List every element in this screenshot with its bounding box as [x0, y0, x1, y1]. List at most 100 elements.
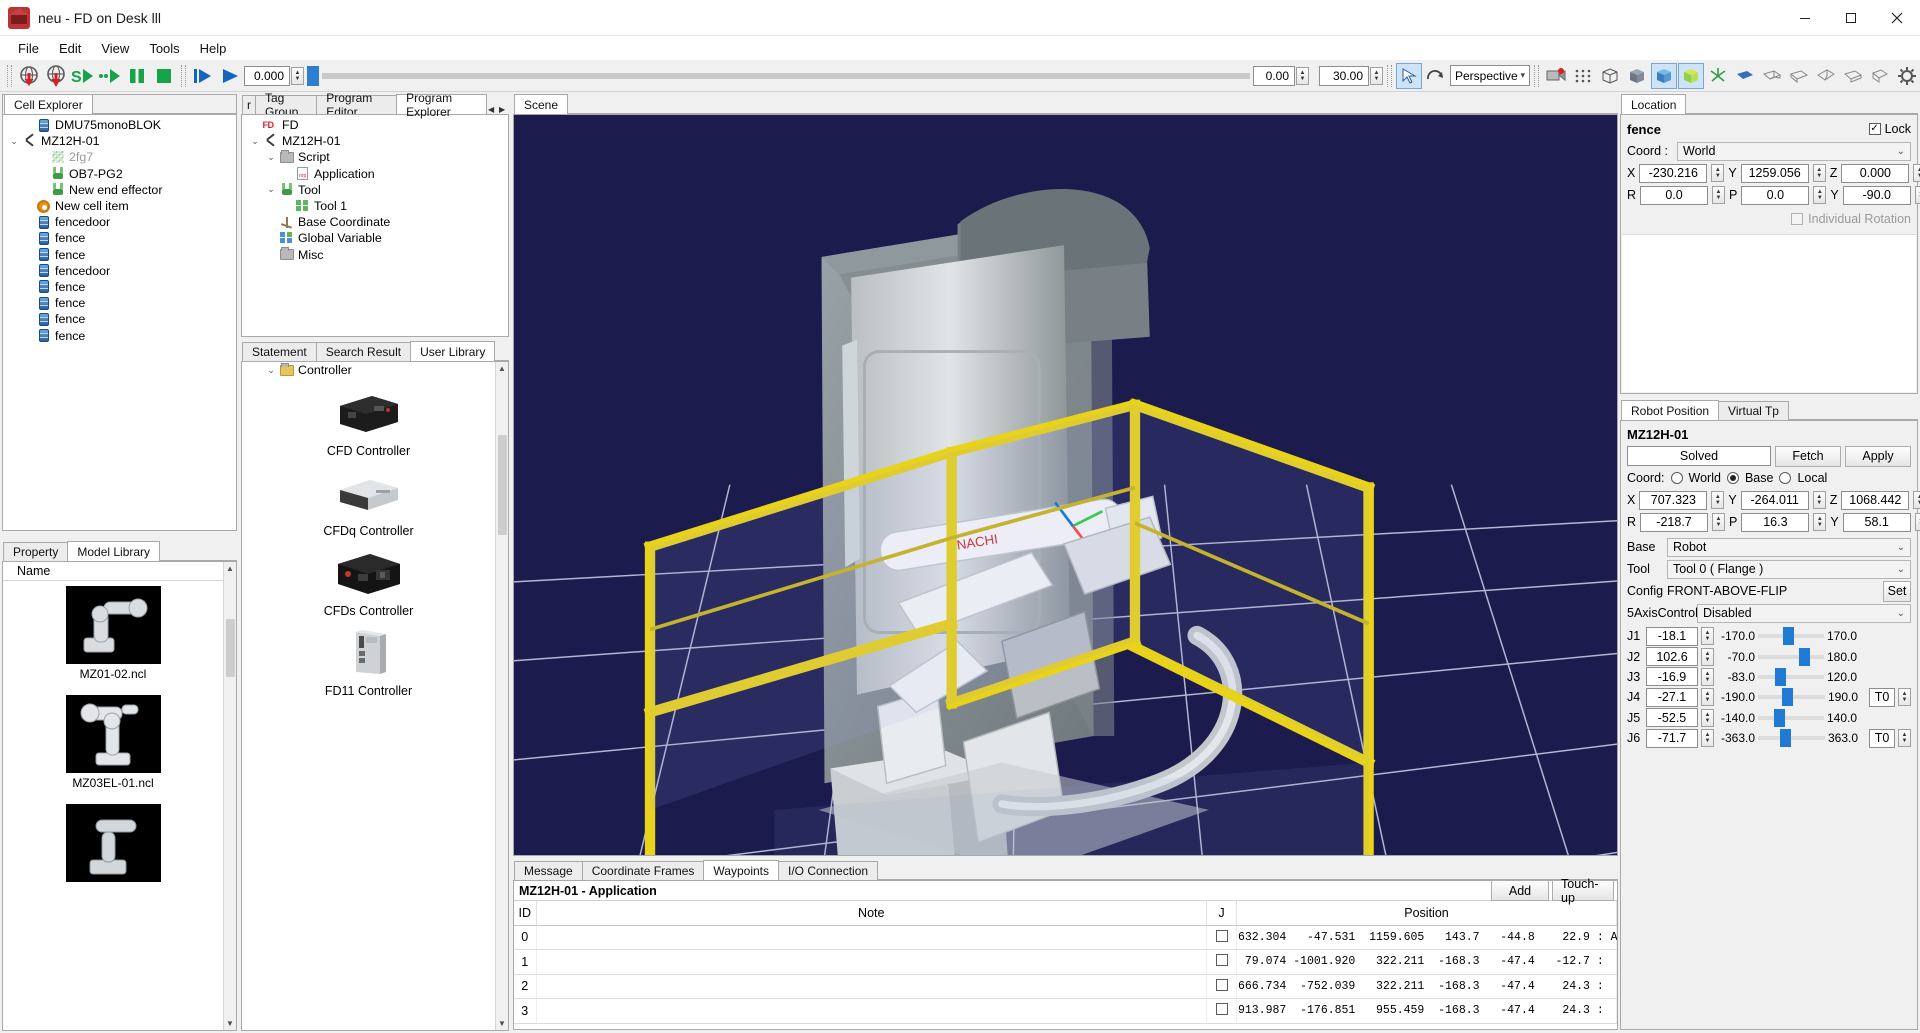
lib-scroll-up-icon[interactable]: ▲	[496, 362, 508, 375]
tree-expand-arrow-icon[interactable]: ⌄	[264, 152, 278, 163]
joint-turn-spinner[interactable]: ▲ ▼	[1898, 729, 1911, 748]
program-tree-node[interactable]: Base Coordinate	[242, 214, 508, 230]
robot-p-spinner[interactable]: ▲ ▼	[1813, 513, 1827, 531]
tree-expand-arrow-icon[interactable]: ⌄	[264, 184, 278, 195]
tab-property[interactable]: Property	[3, 542, 69, 561]
sim-time-field[interactable]: 0.000	[244, 65, 290, 86]
model-library-item[interactable]: MZ01-02.ncl	[3, 581, 223, 690]
location-p-field[interactable]: 0.0	[1741, 185, 1810, 205]
joint-turn-spinner[interactable]: ▲ ▼	[1898, 688, 1911, 707]
joint-turn-field[interactable]: T0	[1869, 687, 1895, 707]
location-z-spinner[interactable]: ▲ ▼	[1913, 164, 1920, 182]
toolbar-grip[interactable]	[7, 64, 12, 87]
transparent-box-icon[interactable]	[1678, 62, 1704, 89]
touchup-waypoint-button[interactable]: Touch-up	[1552, 877, 1614, 905]
slow-play-icon[interactable]	[97, 63, 123, 89]
plane-4-icon[interactable]	[1813, 63, 1839, 89]
cell-tree-node[interactable]: fence	[3, 311, 236, 327]
location-r-field[interactable]: 0.0	[1640, 185, 1709, 205]
location-x-spinner[interactable]: ▲ ▼	[1711, 164, 1725, 182]
joint-slider-thumb[interactable]	[1782, 627, 1794, 646]
view-mode-select[interactable]: Perspective ▾	[1450, 65, 1530, 86]
robot-y-field[interactable]: -264.011	[1740, 490, 1809, 510]
tab-robot-position[interactable]: Robot Position	[1621, 400, 1720, 420]
tool-select[interactable]: Tool 0 ( Flange ) ⌄	[1667, 559, 1911, 579]
location-z-field[interactable]: 0.000	[1841, 163, 1910, 183]
program-tree-node[interactable]: ⌄ MZ12H-01	[242, 133, 508, 149]
joint-slider-track[interactable]	[1758, 688, 1825, 707]
cell-tree-node[interactable]: fence	[3, 295, 236, 311]
joint-slider-thumb[interactable]	[1774, 667, 1786, 686]
robot-r-spinner[interactable]: ▲ ▼	[1712, 513, 1726, 531]
cell-tree-node[interactable]: fence	[3, 327, 236, 343]
program-tree-node[interactable]: Application	[242, 166, 508, 182]
model-library-list[interactable]: MZ01-02.ncl MZ03EL-01.ncl	[3, 581, 223, 1030]
library-root-arrow-icon[interactable]: ⌄	[264, 365, 278, 376]
scroll-up-icon[interactable]: ▲	[224, 562, 236, 575]
plane-3-icon[interactable]	[1786, 63, 1812, 89]
model-library-item[interactable]: MZ03EL-01.ncl	[3, 690, 223, 799]
robot-x-spinner[interactable]: ▲ ▼	[1711, 491, 1725, 509]
cell-tree-node[interactable]: fencedoor	[3, 214, 236, 230]
library-item[interactable]: CFDs Controller	[242, 548, 495, 618]
radio-world[interactable]	[1670, 472, 1683, 484]
cell-tree-node[interactable]: New end effector	[3, 182, 236, 198]
program-tree-node[interactable]: FD FD	[242, 117, 508, 133]
plane-5-icon[interactable]	[1840, 63, 1866, 89]
location-p-spinner[interactable]: ▲ ▼	[1813, 186, 1827, 204]
download-world-icon[interactable]	[43, 63, 69, 89]
individual-rotation-checkbox[interactable]	[1791, 213, 1804, 225]
joint-slider-track[interactable]	[1758, 667, 1824, 686]
joint-spinner[interactable]: ▲ ▼	[1701, 688, 1714, 707]
points-grid-icon[interactable]	[1570, 63, 1596, 89]
range-min-field[interactable]: 0.00	[1253, 65, 1295, 86]
cell-tree-node[interactable]: OB7-PG2	[3, 166, 236, 182]
radio-local[interactable]	[1779, 472, 1792, 484]
maximize-button[interactable]	[1828, 0, 1874, 36]
tab-partial-left[interactable]: r	[242, 95, 256, 114]
pause-icon[interactable]	[124, 63, 150, 89]
config-set-button[interactable]: Set	[1883, 580, 1911, 602]
tab-tag-group[interactable]: Tag Group	[255, 91, 318, 119]
tab-message[interactable]: Message	[514, 861, 583, 880]
axis-control-select[interactable]: Disabled ⌄	[1697, 603, 1911, 623]
row-j-checkbox[interactable]	[1215, 929, 1228, 942]
table-row[interactable]: 1 79.074 -1001.920 322.211 -168.3 -47.4 …	[514, 949, 1617, 975]
robot-x-field[interactable]: 707.323	[1639, 490, 1708, 510]
robot-p-field[interactable]: 16.3	[1741, 512, 1810, 532]
shaded-box-icon[interactable]	[1624, 63, 1650, 89]
row-note[interactable]	[536, 925, 1207, 950]
joint-value-field[interactable]: 102.6	[1646, 647, 1698, 667]
sim-time-slider-thumb[interactable]	[307, 65, 319, 86]
robot-yaw-field[interactable]: 58.1	[1842, 512, 1911, 532]
cell-tree-node[interactable]: 2fg7	[3, 149, 236, 165]
settings-gear-icon[interactable]	[1894, 63, 1920, 89]
base-select[interactable]: Robot ⌄	[1667, 537, 1911, 557]
program-tree-node[interactable]: Misc	[242, 247, 508, 263]
model-library-scrollbar[interactable]: ▲ ▼	[223, 562, 236, 1030]
solid-box-icon[interactable]	[1651, 62, 1677, 89]
program-tree-node[interactable]: Global Variable	[242, 230, 508, 246]
upload-world-icon[interactable]	[16, 63, 42, 89]
tab-location[interactable]: Location	[1621, 94, 1687, 114]
location-yaw-field[interactable]: -90.0	[1842, 185, 1911, 205]
joint-slider-track[interactable]	[1758, 729, 1825, 748]
camera-target-icon[interactable]	[1543, 63, 1569, 89]
tab-scroll-prev-icon[interactable]: ◀	[488, 105, 498, 114]
cell-explorer-tree[interactable]: DMU75monoBLOK ⌄ MZ12H-01 2fg7 OB7-PG2 New end…	[3, 115, 236, 530]
robot-y-spinner[interactable]: ▲ ▼	[1812, 491, 1826, 509]
tab-cell-explorer[interactable]: Cell Explorer	[4, 94, 93, 114]
robot-r-field[interactable]: -218.7	[1640, 512, 1709, 532]
location-r-spinner[interactable]: ▲ ▼	[1712, 186, 1726, 204]
row-note[interactable]	[536, 949, 1207, 975]
joint-slider-thumb[interactable]	[1779, 729, 1791, 748]
cell-tree-node[interactable]: fence	[3, 247, 236, 263]
tab-io-connection[interactable]: I/O Connection	[778, 861, 879, 880]
user-library-list[interactable]: CFD Controller CFDq Controller CFDs Contro…	[242, 378, 495, 1030]
lock-checkbox[interactable]: ✓	[1868, 123, 1881, 135]
row-note[interactable]	[536, 998, 1207, 1024]
tree-expand-arrow-icon[interactable]: ⌄	[248, 136, 262, 147]
cell-tree-node[interactable]: fence	[3, 279, 236, 295]
toolbar-grip-2[interactable]	[181, 64, 186, 87]
sim-time-spinner[interactable]: ▲ ▼	[291, 66, 304, 85]
